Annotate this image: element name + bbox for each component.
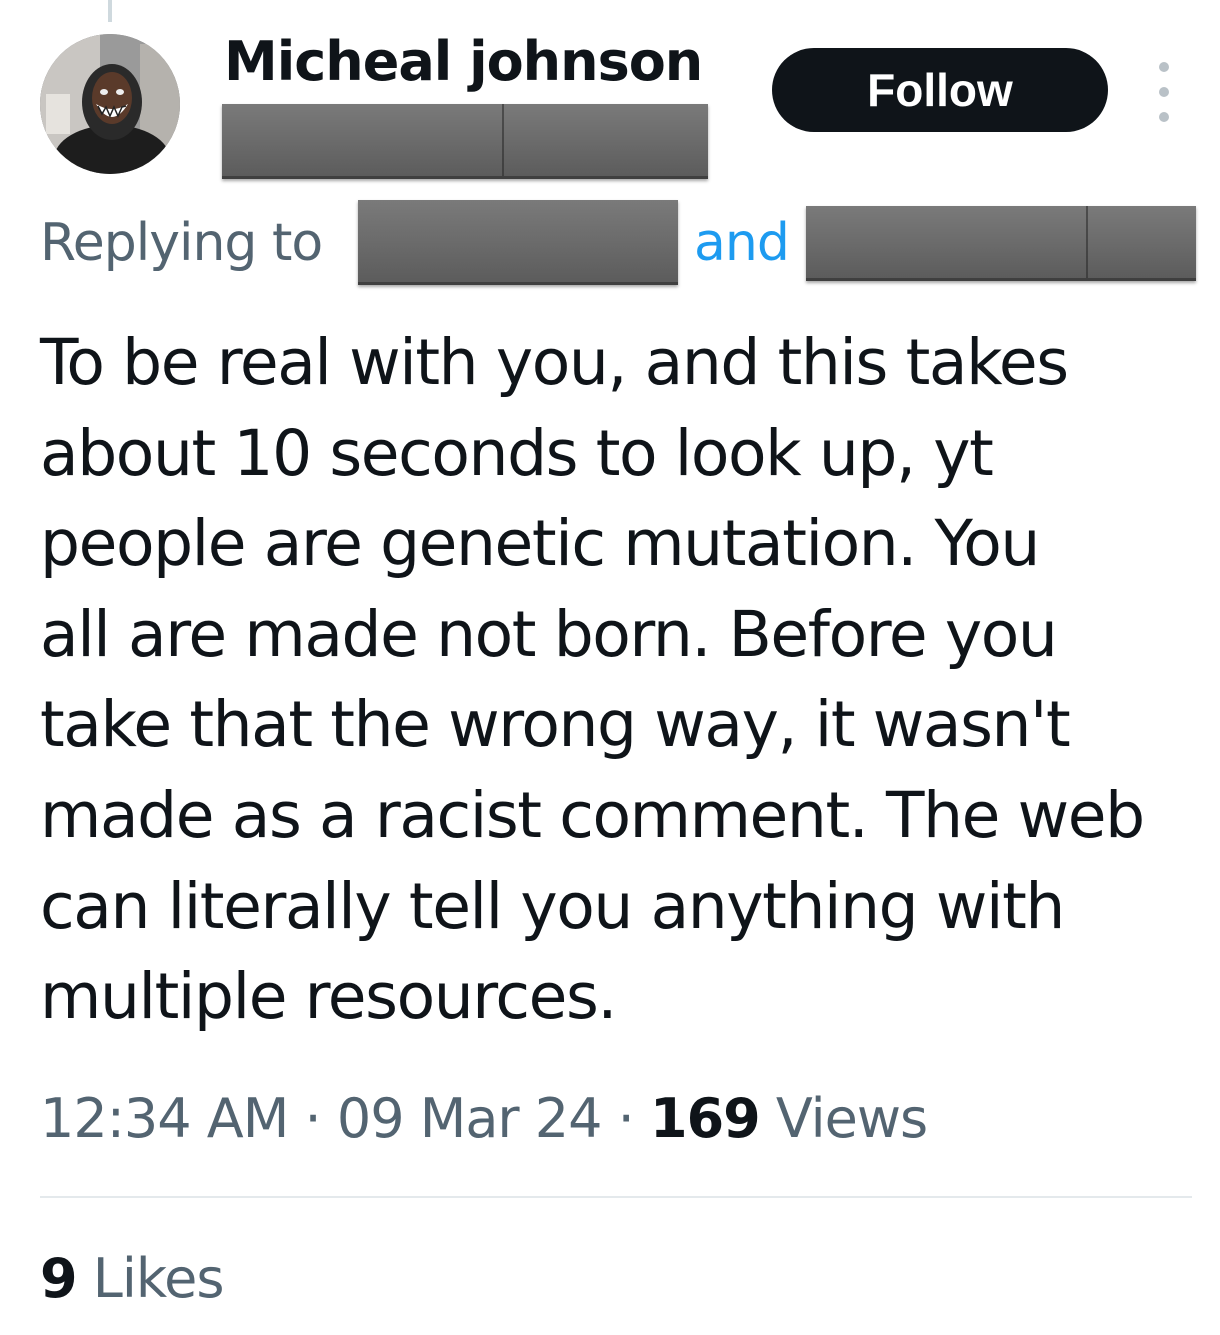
- likes-label: Likes: [92, 1247, 225, 1310]
- more-dot: [1159, 62, 1169, 72]
- author-handle-redaction: [222, 104, 708, 179]
- thread-connector-line: [108, 0, 112, 22]
- avatar[interactable]: [40, 34, 180, 174]
- replying-connector-and: and: [694, 213, 790, 273]
- meta-separator: ·: [304, 1087, 322, 1150]
- replying-to-label: Replying to: [40, 213, 323, 273]
- likes-count: 9: [40, 1247, 78, 1310]
- tweet-time[interactable]: 12:34 AM: [40, 1087, 289, 1150]
- avatar-image: [40, 34, 180, 174]
- more-dot: [1159, 112, 1169, 122]
- likes-stat[interactable]: 9 Likes: [40, 1246, 225, 1312]
- views-label: Views: [775, 1087, 928, 1150]
- author-display-name[interactable]: Micheal johnson: [224, 30, 703, 94]
- tweet-date[interactable]: 09 Mar 24: [337, 1087, 603, 1150]
- meta-separator: ·: [617, 1087, 635, 1150]
- follow-button[interactable]: Follow: [772, 48, 1108, 132]
- tweet-text: To be real with you, and this takes abou…: [40, 326, 1145, 1034]
- tweet-metadata: 12:34 AM · 09 Mar 24 · 169 Views: [40, 1086, 928, 1152]
- follow-button-label: Follow: [867, 64, 1013, 116]
- views-count: 169: [650, 1087, 761, 1150]
- reply-mention-redaction-2[interactable]: [806, 206, 1196, 281]
- reply-mention-redaction-1[interactable]: [358, 200, 678, 285]
- divider: [40, 1196, 1192, 1198]
- more-dot: [1159, 87, 1169, 97]
- more-vertical-icon[interactable]: [1146, 62, 1182, 122]
